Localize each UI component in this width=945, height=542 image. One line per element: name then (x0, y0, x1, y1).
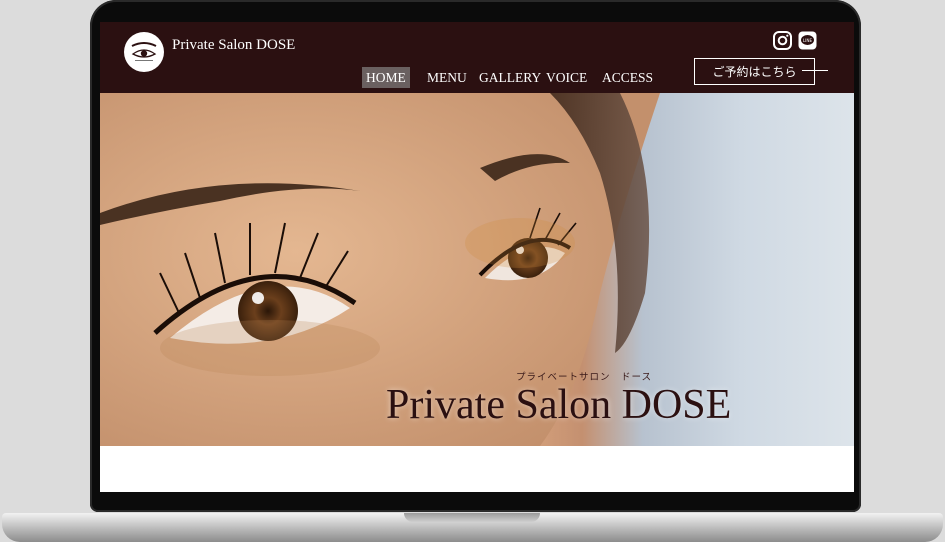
browser-screen: Private Salon DOSE LINE HOME MENU GALLER… (100, 22, 854, 492)
nav-access[interactable]: ACCESS (598, 67, 657, 88)
site-name[interactable]: Private Salon DOSE (172, 37, 295, 54)
instagram-icon[interactable] (773, 31, 792, 50)
laptop-notch (404, 513, 540, 522)
nav-gallery[interactable]: GALLERY (475, 67, 545, 88)
line-icon-text: LINE (803, 38, 813, 43)
hero-title: Private Salon DOSE (386, 382, 732, 428)
reserve-button[interactable]: ご予約はこちら (694, 58, 815, 85)
nav-menu[interactable]: MENU (423, 67, 471, 88)
line-icon[interactable]: LINE (798, 31, 817, 50)
salon-logo[interactable] (124, 32, 164, 72)
reserve-button-line (802, 70, 828, 71)
nav-home[interactable]: HOME (362, 67, 410, 88)
hero-image: プライベートサロン ドース Private Salon DOSE (100, 93, 854, 446)
eye-icon (131, 42, 157, 61)
nav-voice[interactable]: VOICE (542, 67, 591, 88)
site-header: Private Salon DOSE LINE HOME MENU GALLER… (100, 22, 854, 93)
